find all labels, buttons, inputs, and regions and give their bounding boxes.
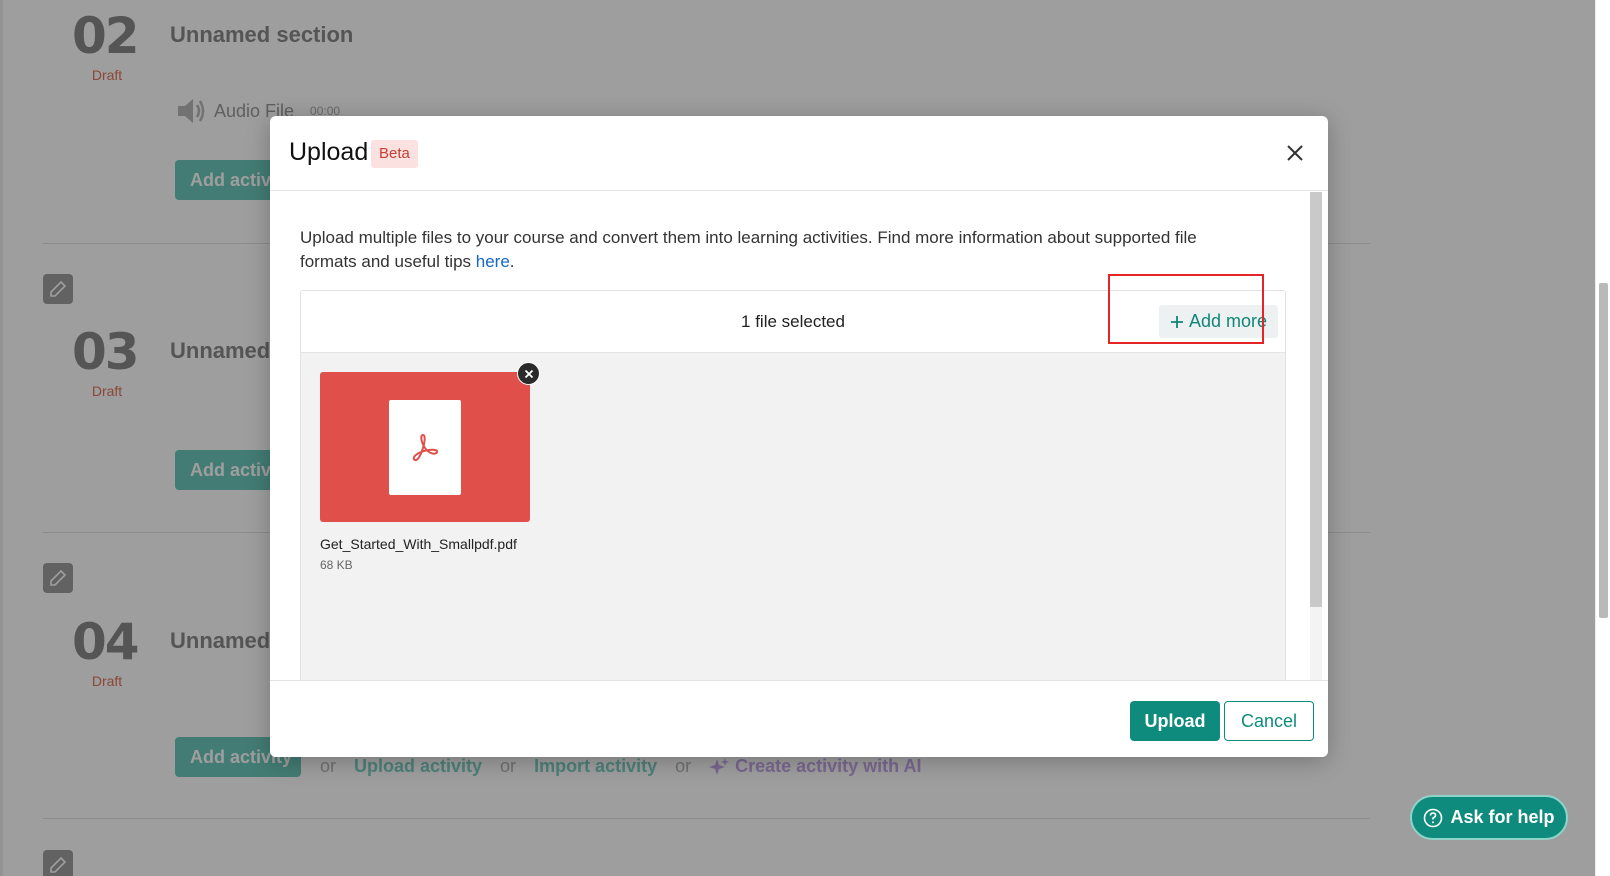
file-card: Get_Started_With_Smallpdf.pdf 68 KB	[320, 362, 540, 572]
ask-for-help-button[interactable]: Ask for help	[1410, 795, 1568, 840]
help-link[interactable]: here	[476, 252, 510, 271]
pdf-document-icon	[389, 399, 461, 495]
file-name: Get_Started_With_Smallpdf.pdf	[320, 536, 517, 552]
file-size: 68 KB	[320, 558, 353, 572]
add-more-label: Add more	[1189, 311, 1268, 331]
help-circle-icon	[1424, 808, 1443, 827]
upload-button[interactable]: Upload	[1130, 701, 1220, 741]
cancel-button[interactable]: Cancel	[1224, 701, 1314, 741]
intro-text: Upload multiple files to your course and…	[300, 226, 1250, 274]
acrobat-icon	[412, 433, 439, 462]
remove-file-button[interactable]	[517, 362, 540, 385]
dialog-scrollbar-thumb[interactable]	[1310, 192, 1322, 607]
file-thumbnail	[320, 362, 540, 522]
close-button[interactable]	[1280, 138, 1310, 168]
page-scrollbar-thumb[interactable]	[1599, 283, 1608, 618]
file-panel-header: 1 file selected Add more	[301, 291, 1285, 353]
upload-dialog: Upload Beta Upload multiple files to you…	[270, 116, 1328, 757]
close-icon	[524, 369, 533, 378]
close-icon	[1287, 145, 1303, 161]
dialog-footer: Upload Cancel	[270, 680, 1328, 757]
dialog-header: Upload Beta	[270, 116, 1328, 191]
beta-badge: Beta	[371, 140, 418, 168]
help-label: Ask for help	[1450, 807, 1555, 827]
add-more-button[interactable]: Add more	[1159, 305, 1279, 338]
intro-text-end: .	[509, 252, 515, 271]
plus-icon	[1171, 315, 1183, 328]
dialog-title: Upload	[289, 138, 369, 166]
dialog-body: Upload multiple files to your course and…	[270, 192, 1310, 680]
course-editor-page: 02 Draft Unnamed section Audio File 00:0…	[0, 0, 1610, 876]
intro-text-body: Upload multiple files to your course and…	[300, 228, 1197, 271]
file-drop-area: 1 file selected Add more Get_Started_Wit…	[300, 290, 1286, 680]
file-grid: Get_Started_With_Smallpdf.pdf 68 KB	[301, 353, 1285, 680]
files-selected-count: 1 file selected	[741, 312, 845, 331]
